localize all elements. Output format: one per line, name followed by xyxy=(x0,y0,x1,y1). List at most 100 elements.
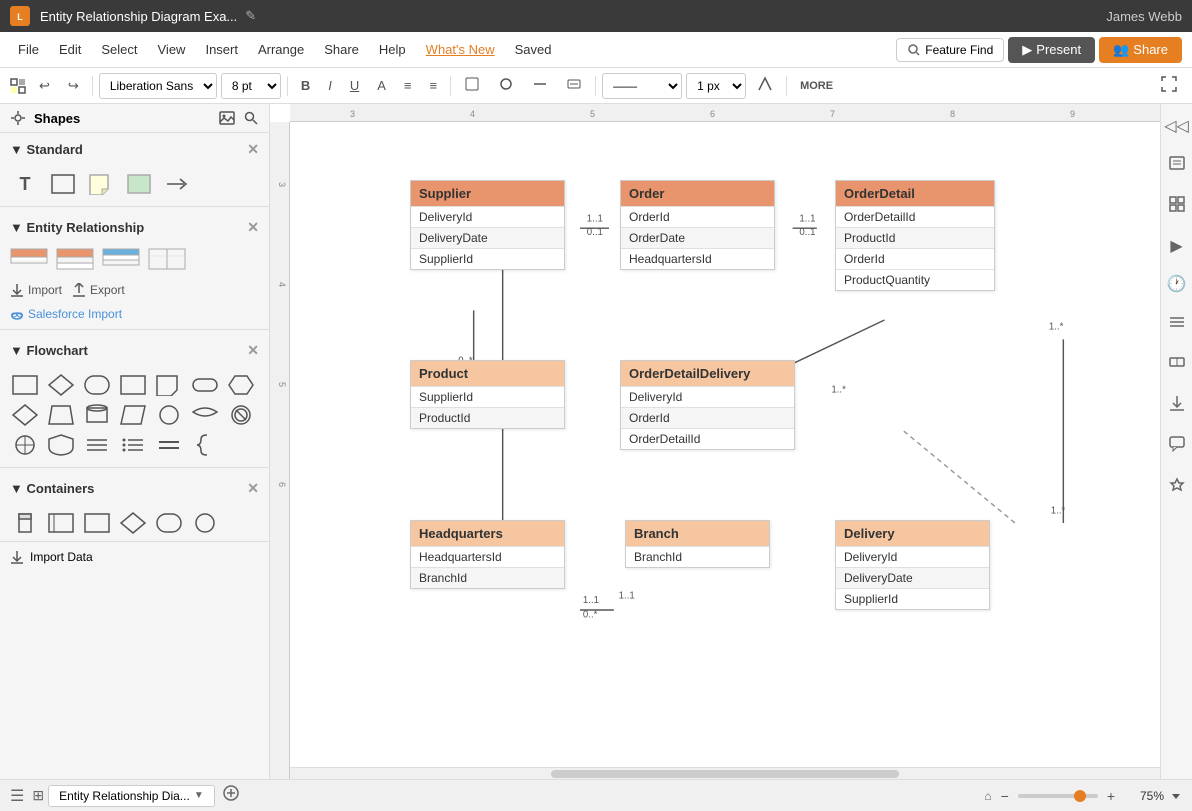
italic-button[interactable]: I xyxy=(321,74,339,97)
fc-shape-note[interactable] xyxy=(154,373,184,397)
fc-shape-stopp[interactable] xyxy=(226,403,256,427)
orderdetaildelivery-table[interactable]: OrderDetailDelivery DeliveryId OrderId O… xyxy=(620,360,795,450)
fc-shape-cylinder[interactable] xyxy=(82,403,112,427)
er-section-header[interactable]: ▼ Entity Relationship ✕ xyxy=(0,211,269,244)
font-color-button[interactable]: A xyxy=(370,74,393,97)
rp-play-icon[interactable]: ▶ xyxy=(1166,232,1186,260)
rp-expand-icon[interactable]: ◁◁ xyxy=(1160,112,1192,140)
menu-whats-new[interactable]: What's New xyxy=(418,38,503,61)
fullscreen-button[interactable] xyxy=(1154,72,1184,99)
line-width-selector[interactable]: 1 px xyxy=(686,73,746,99)
edit-title-icon[interactable]: ✎ xyxy=(245,8,256,24)
present-button[interactable]: ▶ Present xyxy=(1008,37,1095,63)
zoom-slider[interactable] xyxy=(1018,794,1098,798)
paint-button[interactable] xyxy=(491,72,521,99)
er-close[interactable]: ✕ xyxy=(247,219,259,236)
cont-shape-circle2[interactable] xyxy=(190,511,220,535)
shape-colored-rect[interactable] xyxy=(124,172,154,196)
rp-clock-icon[interactable]: 🕐 xyxy=(1163,270,1191,298)
fc-shape-diamond2[interactable] xyxy=(10,403,40,427)
more-button[interactable]: MORE xyxy=(793,76,840,96)
flowchart-close[interactable]: ✕ xyxy=(247,342,259,359)
grid-view-icon[interactable]: ⊞ xyxy=(32,787,44,804)
shape-rect[interactable] xyxy=(48,172,78,196)
fc-shape-shield[interactable] xyxy=(46,433,76,457)
fc-shape-list[interactable] xyxy=(82,433,112,457)
share-button[interactable]: 👥 Share xyxy=(1099,37,1182,63)
font-size-selector[interactable]: 8 pt xyxy=(221,73,281,99)
menu-insert[interactable]: Insert xyxy=(197,38,246,61)
rp-chat-icon[interactable] xyxy=(1164,431,1190,462)
import-data-row[interactable]: Import Data xyxy=(0,541,269,572)
fc-shape-curly[interactable] xyxy=(190,433,220,457)
zoom-plus-button[interactable]: + xyxy=(1104,788,1118,804)
search-shapes-icon[interactable] xyxy=(243,110,259,126)
menu-help[interactable]: Help xyxy=(371,38,414,61)
cont-shape-swim[interactable] xyxy=(46,511,76,535)
fc-shape-list2[interactable] xyxy=(118,433,148,457)
fill-button[interactable] xyxy=(457,72,487,99)
standard-section-header[interactable]: ▼ Standard ✕ xyxy=(0,133,269,166)
fc-shape-circle[interactable] xyxy=(154,403,184,427)
menu-file[interactable]: File xyxy=(10,38,47,61)
shape-arrow[interactable] xyxy=(162,172,192,196)
format-button[interactable] xyxy=(559,72,589,99)
redo-button[interactable]: ↪ xyxy=(61,74,86,98)
order-table[interactable]: Order OrderId OrderDate HeadquartersId xyxy=(620,180,775,270)
product-table[interactable]: Product SupplierId ProductId xyxy=(410,360,565,429)
fc-shape-diamond[interactable] xyxy=(46,373,76,397)
menu-arrange[interactable]: Arrange xyxy=(250,38,312,61)
salesforce-button[interactable]: Salesforce Import xyxy=(10,307,259,321)
fc-shape-equals[interactable] xyxy=(154,433,184,457)
rp-settings-icon[interactable] xyxy=(1164,472,1190,503)
page-tab-dropdown[interactable]: ▼ xyxy=(194,790,204,801)
diagram-canvas[interactable]: 3 4 5 6 7 8 9 3 4 5 6 xyxy=(270,104,1160,779)
zoom-slider-thumb[interactable] xyxy=(1074,790,1086,802)
import-button[interactable]: Import xyxy=(10,283,62,297)
undo-button[interactable]: ↩ xyxy=(32,74,57,98)
add-page-button[interactable] xyxy=(219,785,243,806)
font-selector[interactable]: Liberation Sans xyxy=(99,73,217,99)
er-shape-3[interactable] xyxy=(102,248,140,273)
zoom-dropdown-icon[interactable] xyxy=(1170,790,1182,802)
horizontal-scrollbar[interactable] xyxy=(290,767,1160,779)
stroke-button[interactable] xyxy=(525,72,555,99)
menu-share[interactable]: Share xyxy=(316,38,367,61)
cont-shape-diamond3[interactable] xyxy=(118,511,148,535)
er-shape-2[interactable] xyxy=(56,248,94,273)
shape-note[interactable] xyxy=(86,172,116,196)
feature-find-button[interactable]: Feature Find xyxy=(896,38,1004,62)
er-shape-1[interactable] xyxy=(10,248,48,273)
align-button[interactable]: ≡ xyxy=(422,74,444,97)
fc-shape-rect2[interactable] xyxy=(118,373,148,397)
cont-shape-col[interactable] xyxy=(10,511,40,535)
image-icon[interactable] xyxy=(219,110,235,126)
fc-shape-para[interactable] xyxy=(118,403,148,427)
underline-button[interactable]: U xyxy=(343,74,366,97)
fc-shape-round-rect[interactable] xyxy=(82,373,112,397)
align-left-button[interactable]: ≡ xyxy=(397,74,419,97)
zoom-minus-button[interactable]: − xyxy=(998,788,1012,804)
fc-shape-round2[interactable] xyxy=(190,373,220,397)
page-tab-er[interactable]: Entity Relationship Dia... ▼ xyxy=(48,785,215,807)
orderdetail-table[interactable]: OrderDetail OrderDetailId ProductId Orde… xyxy=(835,180,995,291)
bold-button[interactable]: B xyxy=(294,74,317,97)
containers-section-header[interactable]: ▼ Containers ✕ xyxy=(0,472,269,505)
shape-text[interactable]: T xyxy=(10,172,40,196)
rp-grid-icon[interactable] xyxy=(1164,191,1190,222)
fc-shape-hex[interactable] xyxy=(226,373,256,397)
rp-pages-icon[interactable] xyxy=(1164,150,1190,181)
supplier-table[interactable]: Supplier DeliveryId DeliveryDate Supplie… xyxy=(410,180,565,270)
er-shape-4[interactable] xyxy=(148,248,186,273)
standard-close[interactable]: ✕ xyxy=(247,141,259,158)
rp-layers-icon[interactable] xyxy=(1164,308,1190,339)
list-view-icon[interactable]: ☰ xyxy=(10,786,24,806)
cont-shape-rect3[interactable] xyxy=(82,511,112,535)
home-zoom-icon[interactable]: ⌂ xyxy=(984,789,991,803)
containers-close[interactable]: ✕ xyxy=(247,480,259,497)
fc-shape-xor[interactable] xyxy=(10,433,40,457)
menu-select[interactable]: Select xyxy=(93,38,145,61)
menu-edit[interactable]: Edit xyxy=(51,38,89,61)
branch-table[interactable]: Branch BranchId xyxy=(625,520,770,568)
menu-view[interactable]: View xyxy=(150,38,194,61)
